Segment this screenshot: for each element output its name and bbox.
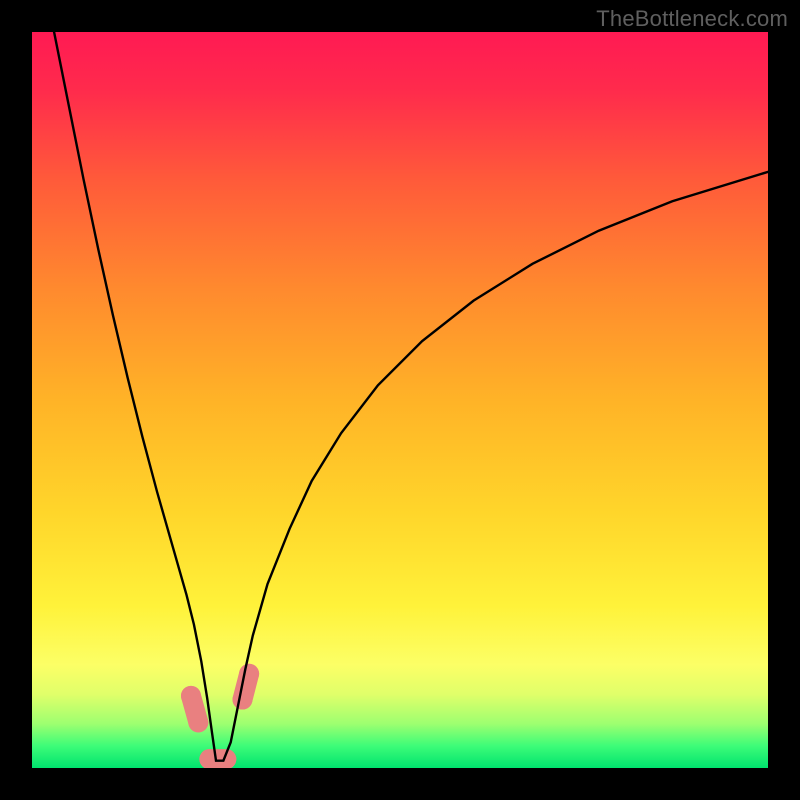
chart-svg bbox=[32, 32, 768, 768]
marker-left-descent-2 bbox=[188, 712, 208, 732]
marker-right-ascent-1 bbox=[232, 690, 252, 710]
chart-frame bbox=[32, 32, 768, 768]
marker-left-descent-1 bbox=[181, 686, 201, 706]
chart-background bbox=[32, 32, 768, 768]
watermark-text: TheBottleneck.com bbox=[596, 6, 788, 32]
